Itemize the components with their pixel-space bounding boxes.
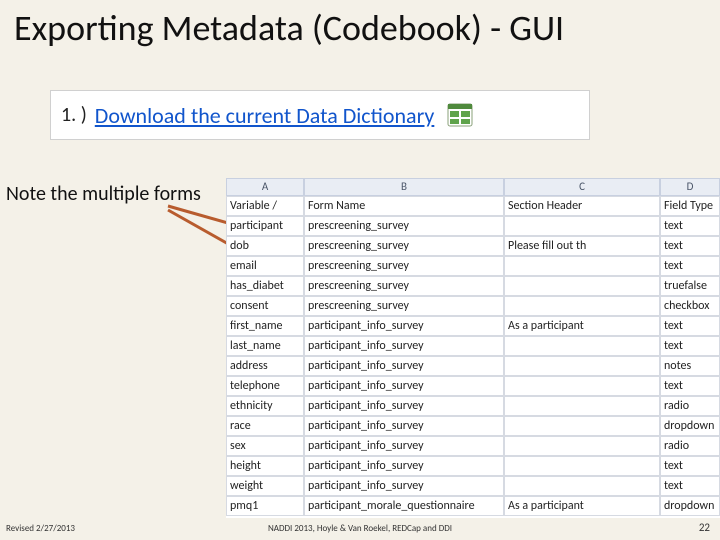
cell-b: participant_info_survey — [304, 396, 504, 416]
cell-c — [504, 356, 660, 376]
cell-c — [504, 436, 660, 456]
column-letter-row: A B C D — [226, 178, 720, 196]
cell-d: text — [660, 476, 720, 496]
col-letter-b: B — [304, 178, 504, 196]
header-section: Section Header — [504, 196, 660, 216]
cell-b: participant_info_survey — [304, 316, 504, 336]
cell-d: dropdown — [660, 496, 720, 516]
cell-a: ethnicity — [226, 396, 304, 416]
cell-b: prescreening_survey — [304, 296, 504, 316]
cell-a: address — [226, 356, 304, 376]
cell-d: radio — [660, 396, 720, 416]
cell-c — [504, 376, 660, 396]
cell-a: race — [226, 416, 304, 436]
cell-c — [504, 336, 660, 356]
table-row: pmq1participant_morale_questionnaireAs a… — [226, 496, 720, 516]
col-letter-d: D — [660, 178, 720, 196]
cell-a: first_name — [226, 316, 304, 336]
cell-d: truefalse — [660, 276, 720, 296]
table-row: addressparticipant_info_survey notes — [226, 356, 720, 376]
cell-d: text — [660, 336, 720, 356]
cell-a: weight — [226, 476, 304, 496]
cell-b: prescreening_survey — [304, 236, 504, 256]
download-number: 1. ) — [61, 103, 87, 127]
cell-d: text — [660, 376, 720, 396]
cell-a: last_name — [226, 336, 304, 356]
cell-a: sex — [226, 436, 304, 456]
cell-c — [504, 256, 660, 276]
cell-d: dropdown — [660, 416, 720, 436]
cell-c — [504, 396, 660, 416]
table-row: has_diabetprescreening_survey truefalse — [226, 276, 720, 296]
table-row: first_nameparticipant_info_surveyAs a pa… — [226, 316, 720, 336]
table-row: participantprescreening_survey text — [226, 216, 720, 236]
table-row: heightparticipant_info_survey text — [226, 456, 720, 476]
cell-c — [504, 456, 660, 476]
cell-c — [504, 216, 660, 236]
cell-d: text — [660, 316, 720, 336]
cell-b: participant_info_survey — [304, 356, 504, 376]
cell-b: participant_info_survey — [304, 376, 504, 396]
note-multiple-forms: Note the multiple forms — [6, 182, 201, 206]
table-row: emailprescreening_survey text — [226, 256, 720, 276]
cell-b: participant_info_survey — [304, 336, 504, 356]
col-letter-a: A — [226, 178, 304, 196]
cell-b: prescreening_survey — [304, 216, 504, 236]
table-row: dobprescreening_surveyPlease fill out th… — [226, 236, 720, 256]
cell-c — [504, 296, 660, 316]
table-row: last_nameparticipant_info_survey text — [226, 336, 720, 356]
header-form-name: Form Name — [304, 196, 504, 216]
cell-d: text — [660, 236, 720, 256]
table-row: weightparticipant_info_survey text — [226, 476, 720, 496]
cell-c: As a participant — [504, 496, 660, 516]
cell-c — [504, 416, 660, 436]
cell-c — [504, 476, 660, 496]
cell-b: prescreening_survey — [304, 276, 504, 296]
table-row: consentprescreening_survey checkbox — [226, 296, 720, 316]
table-row: sexparticipant_info_survey radio — [226, 436, 720, 456]
cell-a: height — [226, 456, 304, 476]
download-dictionary-link[interactable]: Download the current Data Dictionary — [95, 102, 435, 129]
cell-a: telephone — [226, 376, 304, 396]
table-row: telephoneparticipant_info_survey text — [226, 376, 720, 396]
cell-a: participant — [226, 216, 304, 236]
cell-d: notes — [660, 356, 720, 376]
cell-d: text — [660, 456, 720, 476]
cell-b: participant_info_survey — [304, 416, 504, 436]
cell-b: participant_info_survey — [304, 436, 504, 456]
cell-b: participant_info_survey — [304, 476, 504, 496]
cell-a: consent — [226, 296, 304, 316]
cell-d: text — [660, 216, 720, 236]
table-row: ethnicityparticipant_info_survey radio — [226, 396, 720, 416]
footer-citation: NADDI 2013, Hoyle & Van Roekel, REDCap a… — [0, 523, 720, 534]
cell-d: checkbox — [660, 296, 720, 316]
cell-c — [504, 276, 660, 296]
excel-icon — [446, 102, 474, 128]
cell-a: email — [226, 256, 304, 276]
download-dictionary-box: 1. ) Download the current Data Dictionar… — [50, 90, 590, 140]
header-field-type: Field Type — [660, 196, 720, 216]
cell-b: participant_morale_questionnaire — [304, 496, 504, 516]
slide-title: Exporting Metadata (Codebook) - GUI — [14, 6, 706, 50]
cell-c: Please fill out th — [504, 236, 660, 256]
table-row: raceparticipant_info_survey dropdown — [226, 416, 720, 436]
cell-b: prescreening_survey — [304, 256, 504, 276]
slide-number: 22 — [699, 521, 710, 534]
cell-a: dob — [226, 236, 304, 256]
cell-c: As a participant — [504, 316, 660, 336]
cell-d: text — [660, 256, 720, 276]
col-letter-c: C — [504, 178, 660, 196]
spreadsheet-preview: A B C D Variable / Form Name Section Hea… — [226, 178, 720, 518]
cell-b: participant_info_survey — [304, 456, 504, 476]
cell-a: pmq1 — [226, 496, 304, 516]
header-variable: Variable / — [226, 196, 304, 216]
cell-a: has_diabet — [226, 276, 304, 296]
header-row: Variable / Form Name Section Header Fiel… — [226, 196, 720, 216]
cell-d: radio — [660, 436, 720, 456]
